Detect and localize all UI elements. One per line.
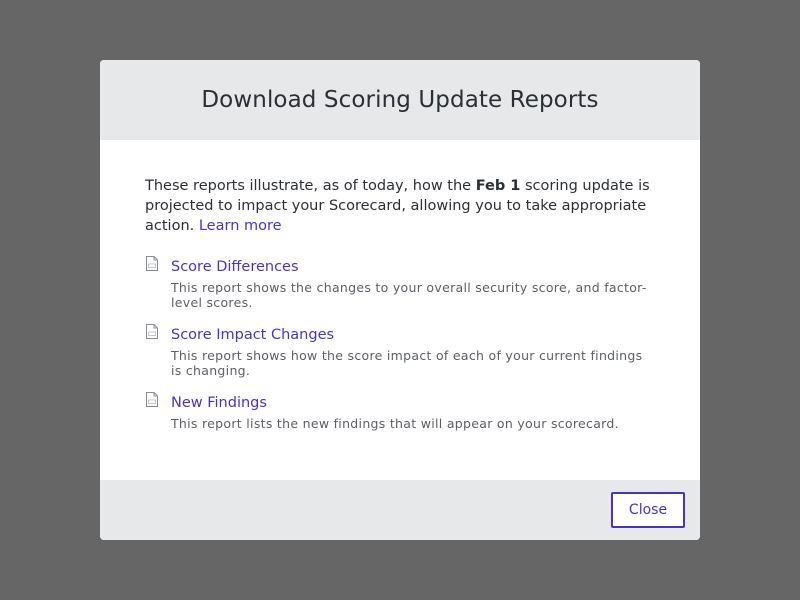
intro-text: These reports illustrate, as of today, h… [145, 176, 655, 236]
score-impact-changes-link[interactable]: Score Impact Changes [171, 325, 334, 345]
report-list: Score Differences This report shows the … [145, 256, 655, 431]
dialog-header: Download Scoring Update Reports [100, 60, 700, 140]
dialog-title: Download Scoring Update Reports [201, 87, 599, 113]
new-findings-link[interactable]: New Findings [171, 393, 267, 413]
report-description: This report shows how the score impact o… [171, 348, 643, 378]
report-item-new-findings: New Findings This report lists the new f… [145, 392, 655, 431]
dialog-footer: Close [100, 480, 700, 540]
csv-file-icon [146, 324, 158, 339]
report-item-score-differences: Score Differences This report shows the … [145, 256, 655, 310]
report-item-score-impact-changes: Score Impact Changes This report shows h… [145, 324, 655, 378]
update-date: Feb 1 [475, 178, 521, 194]
csv-file-icon [146, 392, 158, 407]
scoring-reports-dialog: Download Scoring Update Reports These re… [100, 60, 700, 540]
dialog-body: These reports illustrate, as of today, h… [100, 140, 700, 444]
report-description: This report shows the changes to your ov… [171, 280, 647, 310]
close-button[interactable]: Close [611, 492, 685, 528]
intro-text-start: These reports illustrate, as of today, h… [145, 178, 476, 194]
learn-more-link[interactable]: Learn more [199, 218, 282, 234]
report-description: This report lists the new findings that … [171, 416, 619, 431]
score-differences-link[interactable]: Score Differences [171, 257, 299, 277]
csv-file-icon [146, 256, 158, 271]
